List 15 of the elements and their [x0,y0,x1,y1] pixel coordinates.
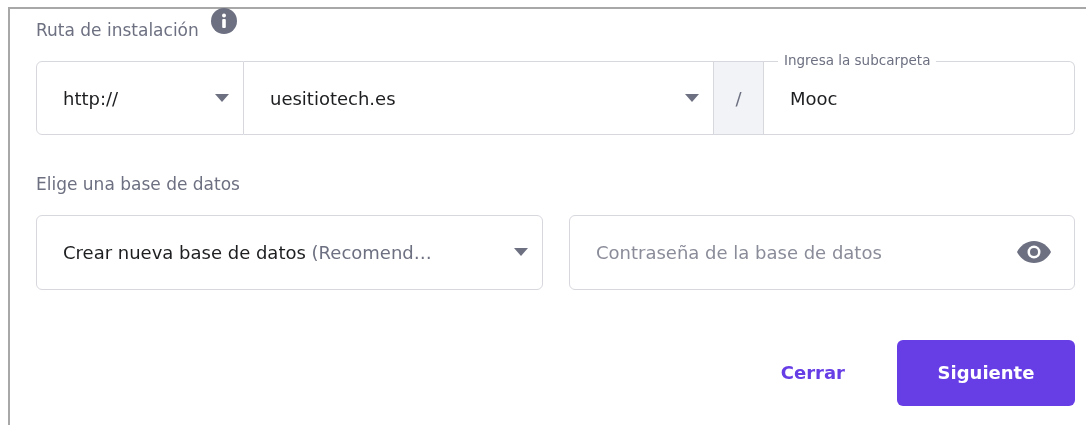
close-button[interactable]: Cerrar [768,351,857,394]
next-button[interactable]: Siguiente [897,339,1075,406]
caret-icon [514,248,528,256]
caret-icon [215,94,229,102]
eye-icon[interactable] [1017,240,1051,263]
protocol-dropdown[interactable]: http:// [36,61,244,135]
section-label: Elige una base de datos [36,173,241,196]
domain-dropdown[interactable]: uesitiotech.es [244,61,713,135]
database-dropdown[interactable]: Crear nueva base de datos (Recomend… [36,214,543,290]
caret-icon [685,94,699,102]
password-field[interactable]: Contraseña de la base de datos [569,214,1075,290]
section-label: Ruta de instalación [36,19,199,42]
field-label: Ingresa la subcarpeta [778,51,937,69]
info-icon[interactable] [210,8,237,34]
path-separator: / [713,61,764,135]
